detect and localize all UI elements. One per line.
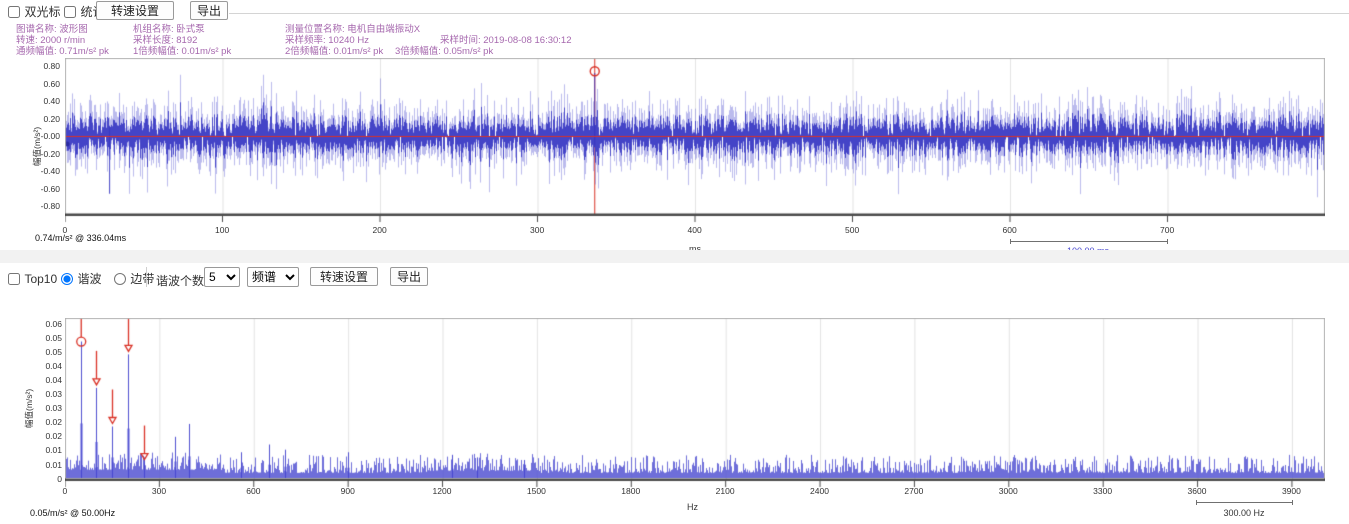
axis-tick-label: 0.05 [36, 347, 62, 357]
spectrum-scale-bar-label: 300.00 Hz [1180, 508, 1308, 518]
axis-tick-label: 2100 [716, 486, 735, 496]
amp-2x-field: 2倍频幅值: 0.01m/s² pk [285, 43, 383, 57]
axis-tick-label: 1200 [433, 486, 452, 496]
axis-tick-label: 0.02 [36, 431, 62, 441]
axis-tick-label: 300 [152, 486, 166, 496]
axis-tick-label: 0.01 [36, 460, 62, 470]
top10-label: Top10 [24, 272, 57, 286]
axis-tick-label: -0.40 [34, 166, 60, 176]
axis-tick-label: 0.03 [36, 403, 62, 413]
axis-tick-label: 0.04 [36, 361, 62, 371]
axis-tick-label: 2400 [810, 486, 829, 496]
axis-tick-label: 100 [215, 225, 229, 235]
dual-cursor-checkbox[interactable] [8, 6, 20, 18]
axis-tick-label: 200 [373, 225, 387, 235]
axis-tick-label: 2700 [904, 486, 923, 496]
statistics-checkbox[interactable] [64, 6, 76, 18]
axis-tick-label: 600 [1003, 225, 1017, 235]
amp-1x-field: 1倍频幅值: 0.01m/s² pk [133, 43, 231, 57]
speed-settings-button[interactable]: 转速设置 [96, 1, 174, 20]
harmonic-radio-group: 谐波 边带 [61, 270, 154, 288]
harmonic-radio-label: 谐波 [77, 272, 101, 286]
axis-tick-label: 0.03 [36, 389, 62, 399]
axis-tick-label: 300 [530, 225, 544, 235]
top10-checkbox[interactable] [8, 273, 20, 285]
axis-tick-label: 0 [63, 486, 68, 496]
spectrum-chart-canvas[interactable] [65, 318, 1325, 489]
axis-tick-label: 0.06 [36, 319, 62, 329]
axis-tick-label: 0.05 [36, 333, 62, 343]
sideband-radio-label: 边带 [130, 272, 154, 286]
axis-tick-label: -0.00 [34, 131, 60, 141]
dual-cursor-checkbox-group: 双光标 [8, 3, 60, 21]
amp-3x-field: 3倍频幅值: 0.05m/s² pk [395, 43, 493, 57]
axis-tick-label: 1800 [621, 486, 640, 496]
axis-tick-label: 0 [36, 474, 62, 484]
axis-tick-label: -0.80 [34, 201, 60, 211]
axis-tick-label: 0.04 [36, 375, 62, 385]
sideband-radio[interactable] [114, 273, 126, 285]
spectrum-cursor-readout: 0.05/m/s² @ 50.00Hz [30, 508, 115, 518]
axis-tick-label: 0.80 [34, 61, 60, 71]
panel-gap [0, 250, 1349, 263]
waveform-cursor-readout: 0.74/m/s² @ 336.04ms [35, 233, 126, 243]
axis-tick-label: 3300 [1093, 486, 1112, 496]
axis-tick-label: 1500 [527, 486, 546, 496]
axis-tick-label: 900 [341, 486, 355, 496]
harmonic-count-label: 谐波个数 [156, 272, 204, 289]
axis-tick-label: 700 [1160, 225, 1174, 235]
axis-tick-label: 500 [845, 225, 859, 235]
axis-tick-label: 0.40 [34, 96, 60, 106]
axis-tick-label: -0.60 [34, 184, 60, 194]
axis-tick-label: 0.02 [36, 417, 62, 427]
axis-tick-label: 3000 [999, 486, 1018, 496]
spectrum-x-axis-unit: Hz [687, 502, 698, 512]
speed-settings-button-2[interactable]: 转速设置 [310, 267, 378, 286]
vibration-analysis-app: 双光标 统计量 转速设置 导出 图谱名称: 波形图 机组名称: 卧式泵 测量位置… [0, 0, 1349, 524]
axis-tick-label: -0.20 [34, 149, 60, 159]
toolbar2-divider [146, 267, 147, 287]
spectrum-scale-bar[interactable] [1196, 500, 1293, 505]
toolbar-separator [229, 13, 1349, 14]
axis-tick-label: 0.20 [34, 114, 60, 124]
harmonic-radio[interactable] [61, 273, 73, 285]
axis-tick-label: 400 [688, 225, 702, 235]
export-button[interactable]: 导出 [190, 1, 228, 20]
spectrum-type-select[interactable]: 频谱 [247, 267, 299, 287]
axis-tick-label: 0.01 [36, 445, 62, 455]
top10-checkbox-group: Top10 [8, 270, 57, 288]
axis-tick-label: 0.60 [34, 79, 60, 89]
spectrum-y-axis-title: 幅值(m/s²) [23, 389, 35, 428]
harmonic-count-select[interactable]: 5 [204, 267, 240, 287]
dual-cursor-label: 双光标 [24, 5, 60, 19]
overall-amp-field: 通频幅值: 0.71m/s² pk [16, 43, 109, 57]
axis-tick-label: 3600 [1188, 486, 1207, 496]
export-button-2[interactable]: 导出 [390, 267, 428, 286]
waveform-scale-bar[interactable] [1010, 239, 1168, 244]
axis-tick-label: 3900 [1282, 486, 1301, 496]
axis-tick-label: 600 [246, 486, 260, 496]
waveform-chart-canvas[interactable] [65, 58, 1325, 224]
